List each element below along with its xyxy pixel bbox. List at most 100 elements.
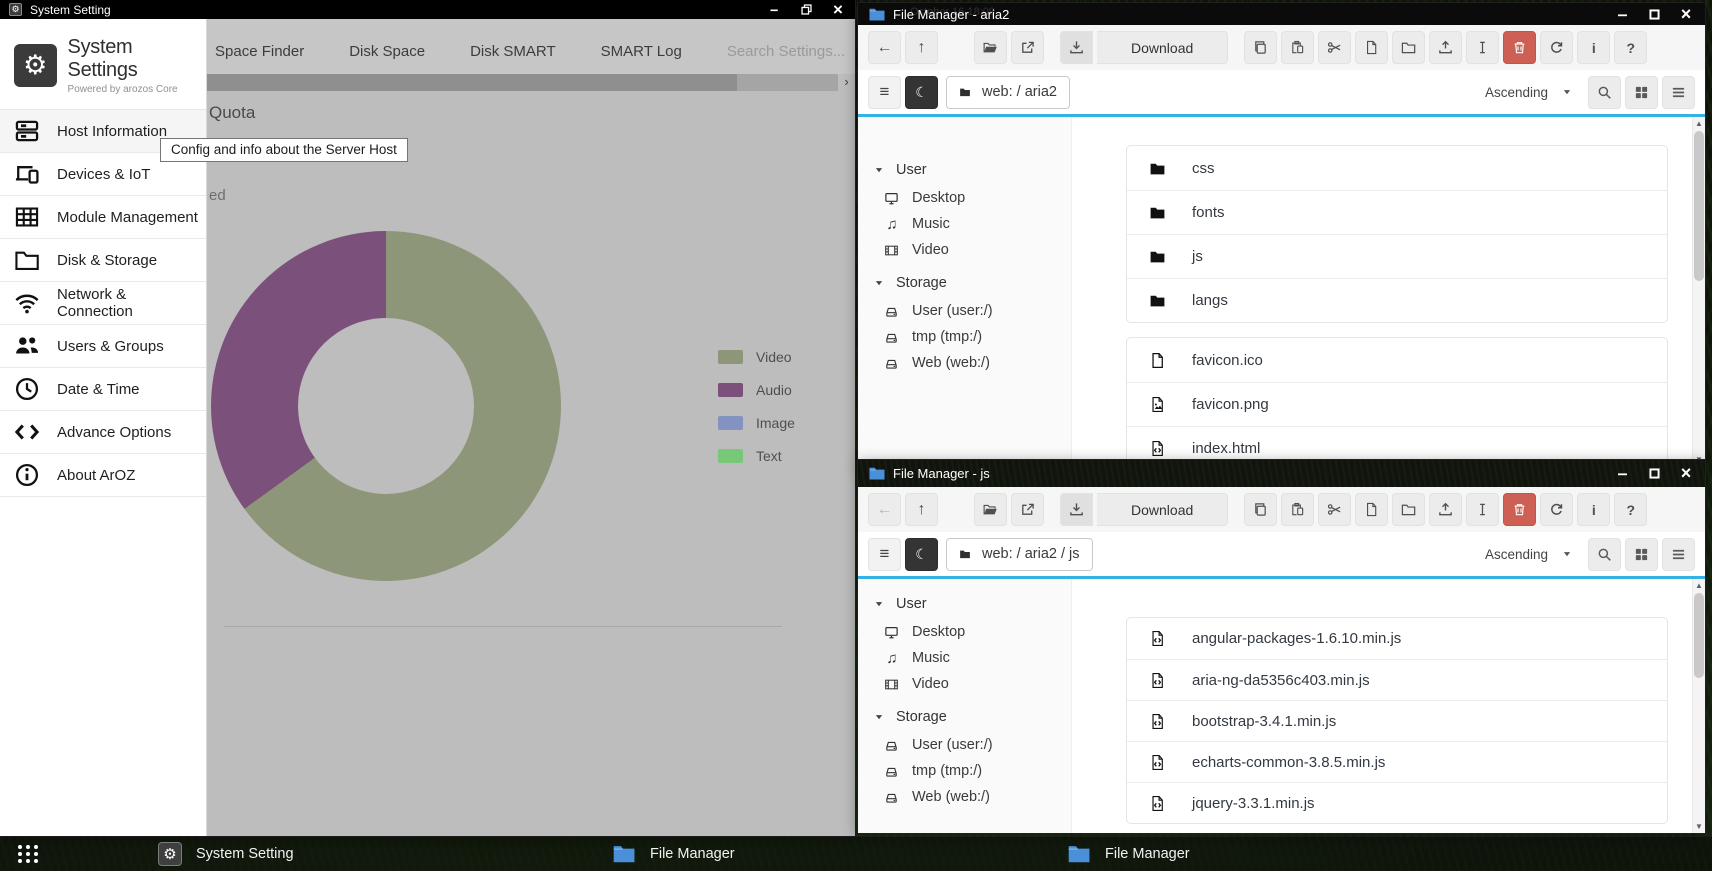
upload-button[interactable] — [1429, 31, 1462, 64]
dark-mode-button[interactable]: ☾ — [905, 76, 938, 109]
copy-button[interactable] — [1244, 493, 1277, 526]
restore-button[interactable] — [798, 3, 814, 17]
download-icon-button[interactable] — [1060, 493, 1093, 526]
file-row-bootstrap[interactable]: bootstrap-3.4.1.min.js — [1127, 700, 1667, 741]
help-button[interactable]: ? — [1614, 31, 1647, 64]
minimize-button[interactable] — [766, 3, 782, 17]
properties-button[interactable]: i — [1577, 31, 1610, 64]
tree-group-storage[interactable]: Storage — [858, 704, 1071, 730]
scrollbar-thumb[interactable] — [1694, 131, 1704, 281]
file-row-aria-ng[interactable]: aria-ng-da5356c403.min.js — [1127, 659, 1667, 700]
scrollbar-thumb[interactable] — [1694, 593, 1704, 678]
chevron-down-icon[interactable] — [1562, 87, 1572, 97]
scroll-up-icon[interactable]: ▲ — [1693, 581, 1705, 590]
download-button[interactable]: Download — [1097, 31, 1228, 64]
file-row-langs[interactable]: langs — [1127, 278, 1667, 322]
tree-item-web-drive[interactable]: Web (web:/) — [858, 350, 1071, 376]
vertical-scrollbar[interactable]: ▲ ▼ — [1692, 579, 1705, 833]
copy-button[interactable] — [1244, 31, 1277, 64]
upload-button[interactable] — [1429, 493, 1462, 526]
tree-item-video[interactable]: Video — [858, 671, 1071, 697]
tree-item-video[interactable]: Video — [858, 237, 1071, 263]
open-folder-button[interactable] — [974, 493, 1007, 526]
tab-smart-log[interactable]: SMART Log — [601, 43, 682, 60]
rename-button[interactable] — [1466, 493, 1499, 526]
sort-order-dropdown[interactable]: Ascending — [1485, 547, 1548, 562]
up-button[interactable]: ↑ — [905, 31, 938, 64]
tree-item-music[interactable]: ♫ Music — [858, 645, 1071, 671]
menu-button[interactable]: ≡ — [868, 76, 901, 109]
tree-group-storage[interactable]: Storage — [858, 270, 1071, 296]
open-in-new-button[interactable] — [1011, 31, 1044, 64]
tree-group-user[interactable]: User — [858, 591, 1071, 617]
refresh-button[interactable] — [1540, 31, 1573, 64]
file-row-angular[interactable]: angular-packages-1.6.10.min.js — [1127, 618, 1667, 659]
close-icon[interactable]: × — [1678, 7, 1694, 21]
sidebar-item-module-management[interactable]: Module Management — [0, 196, 206, 239]
vertical-scrollbar[interactable]: ▲ ▼ — [1692, 117, 1705, 466]
search-button[interactable] — [1588, 538, 1621, 571]
search-button[interactable] — [1588, 76, 1621, 109]
chevron-down-icon[interactable] — [1562, 549, 1572, 559]
new-file-button[interactable] — [1355, 493, 1388, 526]
up-button[interactable]: ↑ — [905, 493, 938, 526]
maximize-button[interactable] — [1646, 467, 1662, 481]
back-button[interactable]: ← — [868, 493, 901, 526]
tree-item-tmp-drive[interactable]: tmp (tmp:/) — [858, 758, 1071, 784]
horizontal-scrollbar-thumb[interactable] — [207, 74, 737, 91]
cut-button[interactable] — [1318, 493, 1351, 526]
download-icon-button[interactable] — [1060, 31, 1093, 64]
search-settings-input[interactable] — [727, 43, 855, 60]
taskbar-item-file-manager-1[interactable]: File Manager — [583, 837, 1038, 871]
new-file-button[interactable] — [1355, 31, 1388, 64]
tree-item-web-drive[interactable]: Web (web:/) — [858, 784, 1071, 810]
minimize-button[interactable] — [1614, 467, 1630, 481]
breadcrumb[interactable]: web: / aria2 / js — [946, 538, 1093, 571]
tree-item-desktop[interactable]: Desktop — [858, 185, 1071, 211]
breadcrumb[interactable]: web: / aria2 — [946, 76, 1070, 109]
rename-button[interactable] — [1466, 31, 1499, 64]
open-folder-button[interactable] — [974, 31, 1007, 64]
app-launcher-button[interactable] — [0, 841, 56, 867]
paste-button[interactable] — [1281, 31, 1314, 64]
delete-button[interactable] — [1503, 31, 1536, 64]
minimize-button[interactable] — [1614, 7, 1630, 21]
refresh-button[interactable] — [1540, 493, 1573, 526]
menu-button[interactable]: ≡ — [868, 538, 901, 571]
back-button[interactable]: ← — [868, 31, 901, 64]
properties-button[interactable]: i — [1577, 493, 1610, 526]
grid-view-button[interactable] — [1625, 76, 1658, 109]
file-row-css[interactable]: css — [1127, 146, 1667, 190]
list-view-button[interactable] — [1662, 76, 1695, 109]
tab-space-finder[interactable]: Space Finder — [215, 43, 304, 60]
sort-order-dropdown[interactable]: Ascending — [1485, 85, 1548, 100]
dark-mode-button[interactable]: ☾ — [905, 538, 938, 571]
file-row-jquery[interactable]: jquery-3.3.1.min.js — [1127, 782, 1667, 823]
file-row-echarts[interactable]: echarts-common-3.8.5.min.js — [1127, 741, 1667, 782]
grid-view-button[interactable] — [1625, 538, 1658, 571]
maximize-button[interactable] — [1646, 7, 1662, 21]
taskbar-item-file-manager-2[interactable]: File Manager — [1038, 837, 1493, 871]
sidebar-item-disk-storage[interactable]: Disk & Storage — [0, 239, 206, 282]
close-icon[interactable]: × — [830, 3, 846, 17]
close-icon[interactable]: × — [1678, 467, 1694, 481]
file-row-favicon-ico[interactable]: favicon.ico — [1127, 338, 1667, 382]
new-folder-button[interactable] — [1392, 31, 1425, 64]
tree-item-user-drive[interactable]: User (user:/) — [858, 732, 1071, 758]
tree-item-music[interactable]: ♫ Music — [858, 211, 1071, 237]
sidebar-item-network-connection[interactable]: Network & Connection — [0, 282, 206, 325]
scroll-right-arrow-icon[interactable]: › — [838, 74, 855, 91]
scroll-down-icon[interactable]: ▼ — [1693, 822, 1705, 831]
tab-disk-space[interactable]: Disk Space — [349, 43, 425, 60]
horizontal-scrollbar[interactable]: › — [207, 74, 855, 91]
scroll-up-icon[interactable]: ▲ — [1693, 119, 1705, 128]
delete-button[interactable] — [1503, 493, 1536, 526]
sidebar-item-advance-options[interactable]: Advance Options — [0, 411, 206, 454]
file-row-js[interactable]: js — [1127, 234, 1667, 278]
tree-item-desktop[interactable]: Desktop — [858, 619, 1071, 645]
tree-item-tmp-drive[interactable]: tmp (tmp:/) — [858, 324, 1071, 350]
titlebar[interactable]: File Manager - js × — [858, 460, 1705, 487]
tab-disk-smart[interactable]: Disk SMART — [470, 43, 556, 60]
download-button[interactable]: Download — [1097, 493, 1228, 526]
paste-button[interactable] — [1281, 493, 1314, 526]
